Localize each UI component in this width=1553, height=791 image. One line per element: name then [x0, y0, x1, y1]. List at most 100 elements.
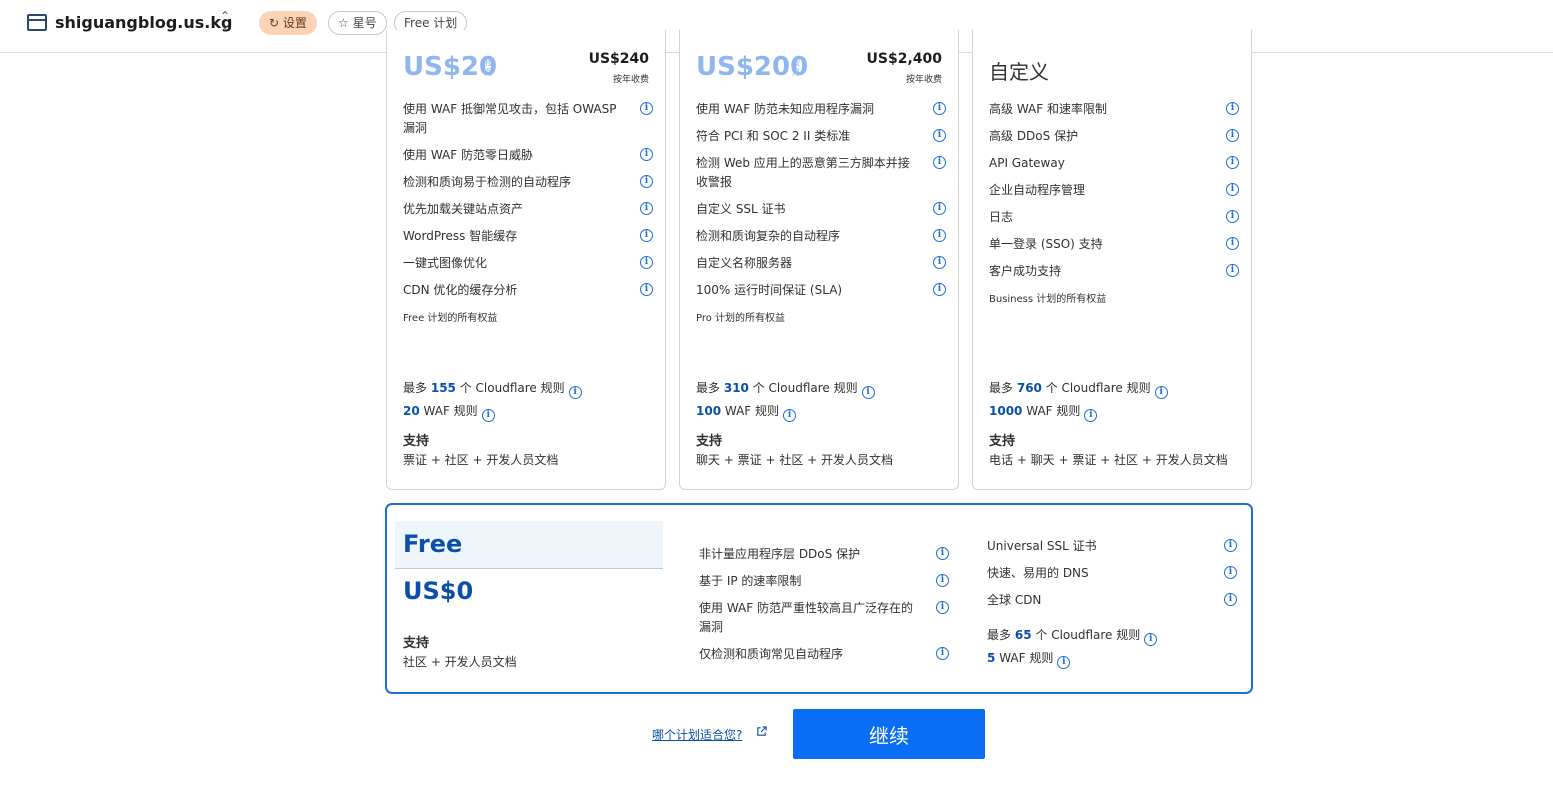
settings-button[interactable]: ↻ 设置	[259, 11, 317, 35]
info-icon[interactable]: i	[1224, 566, 1237, 579]
feature-item: 客户成功支持 i	[989, 262, 1239, 281]
info-icon[interactable]: i	[861, 386, 875, 399]
which-plan-link[interactable]: 哪个计划适合您?	[652, 726, 742, 743]
info-icon[interactable]: i	[933, 129, 946, 142]
free-waf-quota: 5 WAF 规则 i	[987, 649, 1071, 669]
info-icon[interactable]: i	[1226, 237, 1239, 250]
enterprise-support-text: 电话 + 聊天 + 票证 + 社区 + 开发人员文档	[989, 453, 1228, 467]
info-icon[interactable]: i	[568, 386, 582, 399]
info-icon[interactable]: i	[936, 601, 949, 614]
feature-item: 检测 Web 应用上的恶意第三方脚本并接收警报 i	[696, 154, 946, 192]
feature-item: API Gateway i	[989, 154, 1239, 173]
info-icon[interactable]: i	[481, 409, 495, 422]
feature-item: 符合 PCI 和 SOC 2 II 类标准 i	[696, 127, 946, 146]
info-icon[interactable]: i	[936, 647, 949, 660]
feature-item: 仅检测和质询常见自动程序 i	[699, 645, 949, 664]
pro-plan-card[interactable]: US$20 按月 US$240 按年收费 使用 WAF 抵御常见攻击，包括 OW…	[386, 30, 666, 490]
free-support-text: 社区 + 开发人员文档	[403, 655, 517, 669]
business-includes: Pro 计划的所有权益	[696, 313, 786, 324]
feature-item: 基于 IP 的速率限制 i	[699, 572, 949, 591]
info-icon[interactable]: i	[1084, 409, 1098, 422]
site-name[interactable]: shiguangblog.us.kg	[55, 13, 232, 32]
info-icon[interactable]: i	[933, 283, 946, 296]
pro-annual-sub: 按年收费	[612, 75, 649, 85]
info-icon[interactable]: i	[640, 175, 653, 188]
business-annual-price: US$2,400	[866, 51, 942, 67]
browser-window-icon	[27, 14, 47, 31]
refresh-icon: ↻	[269, 16, 280, 30]
feature-item: 全球 CDN i	[987, 591, 1237, 610]
info-icon[interactable]: i	[640, 102, 653, 115]
info-icon[interactable]: i	[1226, 156, 1239, 169]
info-icon[interactable]: i	[933, 256, 946, 269]
pro-includes: Free 计划的所有权益	[403, 313, 498, 324]
feature-item: 使用 WAF 防范严重性较高且广泛存在的漏洞 i	[699, 599, 949, 637]
enterprise-waf-quota: 1000 WAF 规则 i	[989, 402, 1098, 422]
feature-item: 一键式图像优化 i	[403, 254, 653, 273]
info-icon[interactable]: i	[1226, 102, 1239, 115]
business-support-title: 支持	[696, 434, 723, 449]
info-icon[interactable]: i	[1224, 539, 1237, 552]
free-feature-list-2: Universal SSL 证书 i 快速、易用的 DNS i 全球 CDN i	[987, 537, 1237, 618]
info-icon[interactable]: i	[933, 156, 946, 169]
info-icon[interactable]: i	[1144, 633, 1158, 646]
business-support-text: 聊天 + 票证 + 社区 + 开发人员文档	[696, 453, 894, 467]
info-icon[interactable]: i	[933, 229, 946, 242]
feature-item: Universal SSL 证书 i	[987, 537, 1237, 556]
feature-item: 检测和质询复杂的自动程序 i	[696, 227, 946, 246]
business-feature-list: 使用 WAF 防范未知应用程序漏洞 i 符合 PCI 和 SOC 2 II 类标准…	[696, 100, 946, 308]
continue-button[interactable]: 继续	[793, 709, 985, 759]
business-per-month: 按月	[792, 58, 800, 77]
feature-item: 日志 i	[989, 208, 1239, 227]
info-icon[interactable]: i	[1226, 264, 1239, 277]
external-link-icon[interactable]	[756, 726, 767, 737]
enterprise-rules-quota: 最多 760 个 Cloudflare 规则 i	[989, 379, 1168, 399]
pro-per-month: 按月	[485, 58, 493, 77]
feature-item: 快速、易用的 DNS i	[987, 564, 1237, 583]
free-support-title: 支持	[403, 636, 430, 651]
info-icon[interactable]: i	[640, 202, 653, 215]
feature-item: 100% 运行时间保证 (SLA) i	[696, 281, 946, 300]
feature-item: 使用 WAF 抵御常见攻击，包括 OWASP 漏洞 i	[403, 100, 653, 138]
info-icon[interactable]: i	[1224, 593, 1237, 606]
free-plan-name: Free	[403, 530, 463, 558]
info-icon[interactable]: i	[640, 283, 653, 296]
feature-item: 检测和质询易于检测的自动程序 i	[403, 173, 653, 192]
info-icon[interactable]: i	[1226, 183, 1239, 196]
info-icon[interactable]: i	[1057, 656, 1071, 669]
info-icon[interactable]: i	[936, 574, 949, 587]
info-icon[interactable]: i	[640, 148, 653, 161]
settings-label: 设置	[282, 16, 307, 30]
star-button[interactable]: ☆ 星号	[328, 11, 387, 35]
pro-annual-price: US$240	[588, 51, 649, 67]
feature-item: 高级 DDoS 保护 i	[989, 127, 1239, 146]
feature-item: 自定义 SSL 证书 i	[696, 200, 946, 219]
pro-support-title: 支持	[403, 434, 430, 449]
feature-item: CDN 优化的缓存分析 i	[403, 281, 653, 300]
info-icon[interactable]: i	[1226, 129, 1239, 142]
feature-item: 使用 WAF 防范零日威胁 i	[403, 146, 653, 165]
info-icon[interactable]: i	[933, 102, 946, 115]
free-rules-quota: 最多 65 个 Cloudflare 规则 i	[987, 626, 1158, 646]
pro-waf-quota: 20 WAF 规则 i	[403, 402, 495, 422]
info-icon[interactable]: i	[640, 229, 653, 242]
free-plan-card[interactable]: Free US$0 支持 社区 + 开发人员文档 非计量应用程序层 DDoS 保…	[385, 503, 1253, 694]
info-icon[interactable]: i	[783, 409, 797, 422]
feature-item: 高级 WAF 和速率限制 i	[989, 100, 1239, 119]
enterprise-plan-card[interactable]: 自定义 高级 WAF 和速率限制 i 高级 DDoS 保护 i API Gatewa…	[972, 30, 1252, 490]
free-feature-list-1: 非计量应用程序层 DDoS 保护 i 基于 IP 的速率限制 i 使用 WAF 防范…	[699, 545, 949, 672]
star-icon: ☆	[338, 16, 349, 30]
info-icon[interactable]: i	[1154, 386, 1168, 399]
pro-rules-quota: 最多 155 个 Cloudflare 规则 i	[403, 379, 582, 399]
enterprise-includes: Business 计划的所有权益	[989, 294, 1107, 305]
business-annual-sub: 按年收费	[905, 75, 942, 85]
chevron-updown-icon[interactable]: ⌃ ⌄	[220, 10, 230, 31]
enterprise-feature-list: 高级 WAF 和速率限制 i 高级 DDoS 保护 i API Gateway i 企…	[989, 100, 1239, 289]
info-icon[interactable]: i	[1226, 210, 1239, 223]
pro-support-text: 票证 + 社区 + 开发人员文档	[403, 453, 559, 467]
info-icon[interactable]: i	[640, 256, 653, 269]
business-waf-quota: 100 WAF 规则 i	[696, 402, 797, 422]
info-icon[interactable]: i	[936, 547, 949, 560]
info-icon[interactable]: i	[933, 202, 946, 215]
business-plan-card[interactable]: US$200 按月 US$2,400 按年收费 使用 WAF 防范未知应用程序漏…	[679, 30, 959, 490]
